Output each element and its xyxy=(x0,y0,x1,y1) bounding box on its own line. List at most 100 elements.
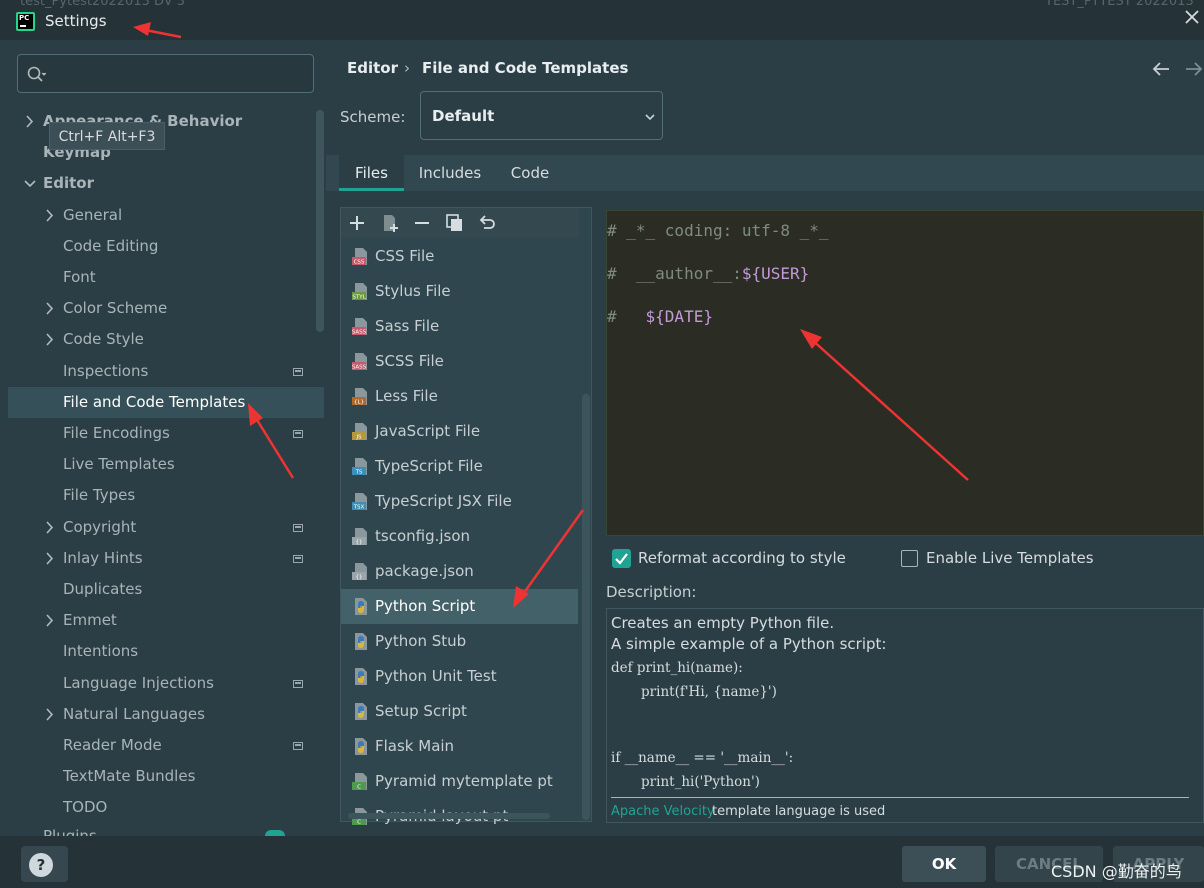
reformat-checkbox[interactable] xyxy=(612,549,631,568)
sidebar-item[interactable]: Editor xyxy=(0,168,318,199)
template-list-item[interactable]: JS JavaScript File xyxy=(341,414,578,449)
editor-line-1: # _*_ coding: utf-8 _*_ xyxy=(607,221,829,240)
sidebar-item[interactable]: General xyxy=(0,200,318,231)
project-settings-icon xyxy=(293,368,303,376)
sidebar-item[interactable]: File and Code Templates xyxy=(8,387,324,418)
sidebar-item-label: Copyright xyxy=(63,518,137,536)
reformat-checkbox-label[interactable]: Reformat according to style xyxy=(638,549,846,567)
editor-line-3: # ${DATE} xyxy=(607,307,713,326)
sidebar-item[interactable]: Duplicates xyxy=(0,574,318,605)
template-list-item[interactable]: Setup Script xyxy=(341,694,578,729)
copy-icon[interactable] xyxy=(444,212,464,234)
sidebar-item[interactable]: Reader Mode xyxy=(0,730,318,761)
svg-text:TSX: TSX xyxy=(353,505,365,511)
template-list-item[interactable]: {} tsconfig.json xyxy=(341,519,578,554)
sidebar-item-label: Emmet xyxy=(63,611,117,629)
ok-button[interactable]: OK xyxy=(902,846,986,882)
sidebar-item[interactable]: Language Injections xyxy=(0,668,318,699)
back-arrow-icon[interactable] xyxy=(1150,58,1172,80)
live-templates-checkbox[interactable] xyxy=(901,550,918,567)
description-label: Description: xyxy=(606,583,697,601)
code-variable: ${DATE} xyxy=(645,307,713,326)
sidebar-item[interactable]: Natural Languages xyxy=(0,699,318,730)
template-list-item[interactable]: {} package.json xyxy=(341,554,578,589)
sidebar-item[interactable]: File Types xyxy=(0,480,318,511)
chevron-right-icon[interactable] xyxy=(43,324,57,355)
sidebar-item[interactable]: Inlay Hints xyxy=(0,543,318,574)
tab-files[interactable]: Files xyxy=(339,155,404,191)
sidebar-scrollbar[interactable] xyxy=(316,110,324,332)
sidebar-item[interactable]: Inspections xyxy=(0,356,318,387)
tab-includes[interactable]: Includes xyxy=(410,155,490,191)
sidebar-item[interactable]: Copyright xyxy=(0,512,318,543)
sidebar-item-label: Natural Languages xyxy=(63,705,205,723)
sidebar-item[interactable]: Emmet xyxy=(0,605,318,636)
templates-list-horizontal-scrollbar[interactable] xyxy=(348,813,550,819)
add-child-icon[interactable] xyxy=(380,212,400,234)
tab-code[interactable]: Code xyxy=(498,155,562,191)
template-list-item[interactable]: Flask Main xyxy=(341,729,578,764)
chevron-down-icon[interactable] xyxy=(23,168,37,199)
add-icon[interactable] xyxy=(347,212,367,234)
help-icon[interactable]: ? xyxy=(29,853,53,877)
typescript-jsx-file-icon: TSX xyxy=(352,493,367,511)
sidebar-item[interactable]: Code Editing xyxy=(0,231,318,262)
template-name: Pyramid mytemplate pt xyxy=(375,772,553,790)
template-name: Less File xyxy=(375,387,438,405)
svg-text:SASS: SASS xyxy=(352,365,367,371)
sidebar-item-label: Inlay Hints xyxy=(63,549,143,567)
chevron-right-icon[interactable] xyxy=(43,543,57,574)
live-templates-checkbox-label[interactable]: Enable Live Templates xyxy=(926,549,1094,567)
search-icon[interactable] xyxy=(26,64,46,84)
search-input[interactable] xyxy=(54,59,308,89)
template-list-item[interactable]: C Pyramid mytemplate pt xyxy=(341,764,578,799)
template-list-item[interactable]: TSX TypeScript JSX File xyxy=(341,484,578,519)
remove-icon[interactable] xyxy=(412,212,432,234)
sidebar-item[interactable]: Code Style xyxy=(0,324,318,355)
project-settings-icon xyxy=(293,680,303,688)
sass-file-icon: SASS xyxy=(352,318,367,336)
sidebar-item[interactable]: File Encodings xyxy=(0,418,318,449)
scheme-value: Default xyxy=(432,107,495,125)
sidebar-item[interactable]: Live Templates xyxy=(0,449,318,480)
sidebar-item[interactable]: Color Scheme xyxy=(0,293,318,324)
sidebar-item[interactable]: Font xyxy=(0,262,318,293)
project-settings-icon xyxy=(293,555,303,563)
code-variable: ${USER} xyxy=(741,264,810,283)
settings-search-input[interactable] xyxy=(17,54,314,93)
sidebar-item[interactable]: TextMate Bundles xyxy=(0,761,318,792)
template-list-item[interactable]: SASS Sass File xyxy=(341,309,578,344)
active-tab-indicator xyxy=(339,188,404,191)
template-list-item[interactable]: TS TypeScript File xyxy=(341,449,578,484)
template-list-item[interactable]: STYL Stylus File xyxy=(341,274,578,309)
svg-text:{L}: {L} xyxy=(354,400,364,406)
sidebar-item-label: Font xyxy=(63,268,96,286)
sidebar-item-label: TextMate Bundles xyxy=(63,767,196,785)
template-list-item[interactable]: CSS CSS File xyxy=(341,239,578,274)
chevron-right-icon[interactable] xyxy=(43,699,57,730)
csdn-watermark: CSDN @勤奋的鸟 xyxy=(1051,862,1182,881)
template-list-item[interactable]: Python Script xyxy=(341,589,578,624)
chevron-right-icon[interactable] xyxy=(43,200,57,231)
sidebar-item-label: TODO xyxy=(63,798,108,816)
template-name: Flask Main xyxy=(375,737,455,755)
template-editor[interactable] xyxy=(606,210,1204,536)
forward-arrow-icon[interactable] xyxy=(1183,58,1204,80)
reset-icon[interactable] xyxy=(477,212,497,234)
sidebar-item[interactable]: TODO xyxy=(0,792,318,823)
chevron-right-icon[interactable] xyxy=(43,605,57,636)
stylus-file-icon: STYL xyxy=(352,283,367,301)
chevron-right-icon[interactable] xyxy=(43,512,57,543)
template-list-item[interactable]: Python Unit Test xyxy=(341,659,578,694)
template-list-item[interactable]: {L} Less File xyxy=(341,379,578,414)
sidebar-item[interactable]: Intentions xyxy=(0,636,318,667)
apache-velocity-link[interactable]: Apache Velocity xyxy=(611,804,715,819)
chevron-right-icon[interactable] xyxy=(43,293,57,324)
template-list-item[interactable]: Python Stub xyxy=(341,624,578,659)
close-icon[interactable] xyxy=(1180,5,1204,29)
chevron-right-icon[interactable] xyxy=(23,106,37,137)
template-list-item[interactable]: SASS SCSS File xyxy=(341,344,578,379)
templates-list-scrollbar[interactable] xyxy=(582,394,590,820)
json-file-icon: {} xyxy=(352,528,367,546)
chameleon-file-icon: C xyxy=(352,773,367,791)
